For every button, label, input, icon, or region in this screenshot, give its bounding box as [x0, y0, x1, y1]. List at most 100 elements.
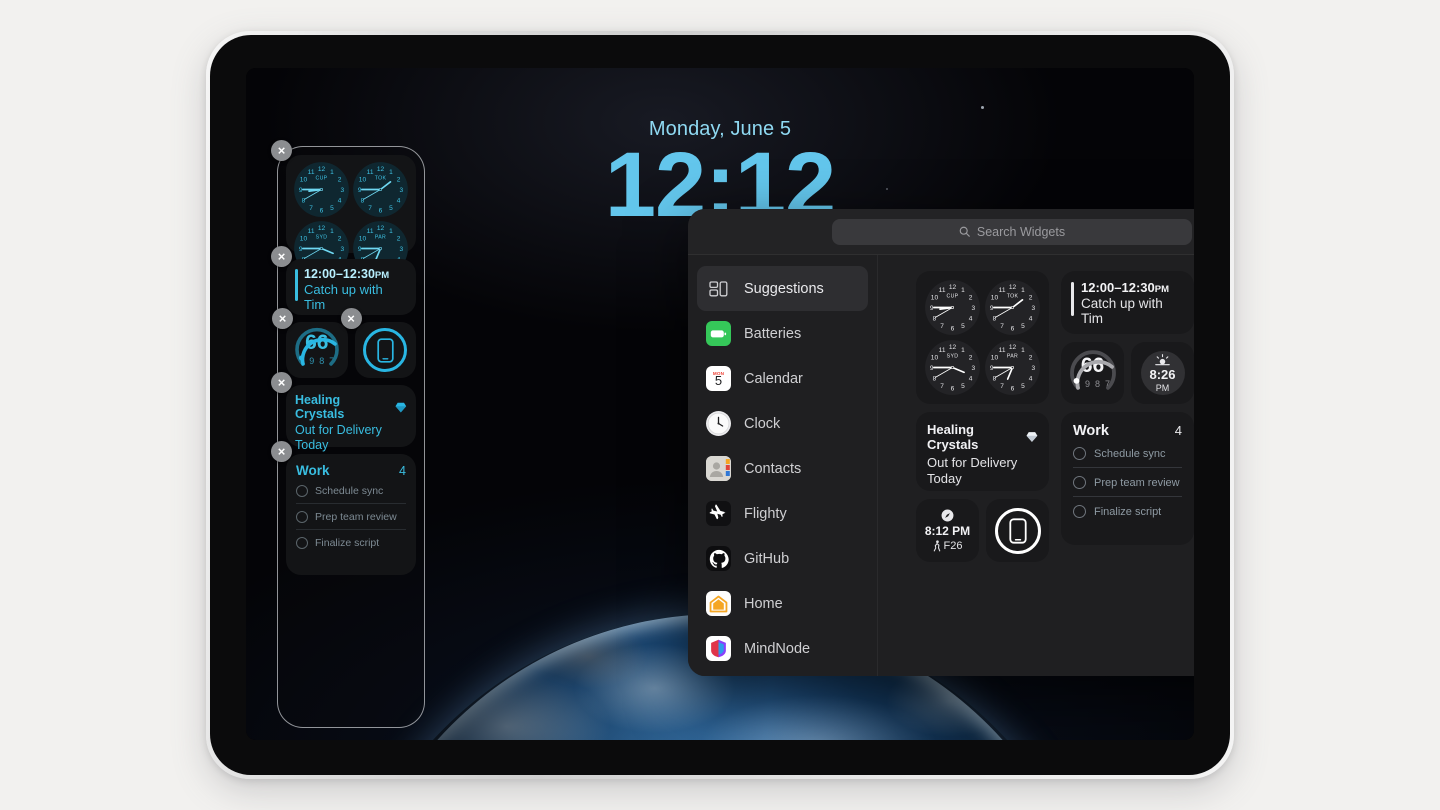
svg-text:7: 7 [940, 383, 944, 390]
sidebar-item-calendar[interactable]: MON 5 Calendar [697, 356, 868, 401]
reminder-item[interactable]: Prep team review [1073, 468, 1182, 497]
github-icon [706, 546, 731, 571]
ipad-screen: Monday, June 5 12:12 × 12 1 2 3 4 5 6 7 8 9 10 11 CU… [246, 68, 1194, 740]
remove-widget-reminders-button[interactable]: × [271, 441, 292, 462]
svg-text:4: 4 [969, 375, 973, 382]
find-device-ring [994, 507, 1041, 554]
find-device-ring [363, 328, 408, 372]
sidebar-item-clock[interactable]: Clock [697, 401, 868, 446]
svg-text:1: 1 [1021, 287, 1025, 294]
stack-widget-temperature[interactable]: × 66 5987 [272, 308, 348, 378]
preview-widget-delivery[interactable]: Healing Crystals Out for Delivery Today [916, 412, 1049, 491]
preview-widget-sunset[interactable]: 8:26 PM [1131, 342, 1194, 404]
eta-content: 8:12 PM F26 [916, 499, 979, 562]
reminders-header: Work 4 [1073, 423, 1182, 439]
sidebar-item-github[interactable]: GitHub [697, 536, 868, 581]
preview-widget-calendar-event[interactable]: 12:00–12:30PM Catch up with Tim [1061, 271, 1194, 334]
stack-widget-delivery[interactable]: × Healing Crystals Out for Delivery Toda… [271, 372, 416, 452]
svg-text:1: 1 [389, 169, 393, 176]
stack-small-widget-row: × 66 5987 × [272, 308, 416, 378]
svg-text:CUP: CUP [316, 176, 328, 182]
remove-widget-find-device-button[interactable]: × [340, 308, 362, 329]
svg-text:9: 9 [299, 187, 303, 194]
widget-grid-icon [706, 276, 731, 301]
preview-widget-find-device[interactable] [986, 499, 1049, 562]
sidebar-item-contacts[interactable]: Contacts [697, 446, 868, 491]
svg-text:8: 8 [933, 375, 937, 382]
sidebar-item-label: MindNode [744, 640, 811, 657]
svg-text:2: 2 [969, 294, 973, 301]
svg-text:6: 6 [1011, 326, 1015, 333]
reminder-text: Schedule sync [315, 485, 384, 497]
reminder-checkbox[interactable] [1073, 476, 1086, 489]
reminder-item[interactable]: Schedule sync [1073, 439, 1182, 468]
reminder-item[interactable]: Prep team review [296, 504, 406, 530]
stack-widget-world-clock[interactable]: × 12 1 2 3 4 5 6 7 8 9 10 11 CUP 12 1 2 3 4 5 6 7 8 9 10 11 TOK … [271, 140, 416, 276]
svg-text:3: 3 [340, 246, 344, 253]
preview-widget-reminders[interactable]: Work 4 Schedule sync Prep team review Fi… [1061, 412, 1194, 545]
svg-text:12: 12 [1009, 284, 1017, 291]
reminder-checkbox[interactable] [1073, 505, 1086, 518]
remove-widget-world-clock-button[interactable]: × [271, 140, 292, 161]
svg-text:9: 9 [930, 305, 934, 312]
preview-widget-eta[interactable]: 8:12 PM F26 [916, 499, 979, 562]
sidebar-item-batteries[interactable]: Batteries [697, 311, 868, 356]
delivery-title: Healing Crystals [295, 393, 345, 421]
reminder-item[interactable]: Finalize script [296, 530, 406, 555]
compass-icon [941, 509, 954, 522]
home-icon [706, 591, 731, 616]
svg-text:5: 5 [1021, 383, 1025, 390]
reminder-checkbox[interactable] [296, 485, 308, 497]
reminders-count: 4 [399, 464, 406, 478]
sidebar-item-flighty[interactable]: Flighty [697, 491, 868, 536]
preview-widget-world-clock[interactable]: 12 1 2 3 4 5 6 7 8 9 10 11 CUP 12 1 2 3 4 5 6 7 8 9 10 11 TOK 12… [916, 271, 1049, 404]
svg-text:10: 10 [991, 294, 999, 301]
svg-text:3: 3 [399, 187, 403, 194]
remove-widget-temperature-button[interactable]: × [272, 308, 293, 329]
svg-text:7: 7 [1000, 323, 1004, 330]
svg-text:3: 3 [1031, 305, 1035, 312]
widget-stack-edit-container[interactable]: × 12 1 2 3 4 5 6 7 8 9 10 11 CUP 12 1 2 3 4 5 6 7 8 9 10 11 TOK … [271, 140, 425, 728]
svg-text:9: 9 [930, 365, 934, 372]
svg-text:12: 12 [318, 225, 326, 232]
temperature-arc [294, 327, 339, 366]
clock-dial-tok: 12 1 2 3 4 5 6 7 8 9 10 11 TOK [984, 279, 1041, 336]
svg-text:11: 11 [939, 347, 946, 354]
mindnode-icon [706, 636, 731, 661]
reminder-text: Prep team review [1094, 476, 1180, 489]
sidebar-item-suggestions[interactable]: Suggestions [697, 266, 868, 311]
stack-widget-find-device[interactable]: × [340, 308, 416, 378]
remove-widget-delivery-button[interactable]: × [271, 372, 292, 393]
svg-text:12: 12 [377, 225, 385, 232]
sidebar-item-label: Suggestions [744, 280, 824, 297]
search-input[interactable]: Search Widgets [832, 218, 1192, 245]
stack-widget-calendar-event[interactable]: × 12:00–12:30PM Catch up with Tim [271, 246, 416, 315]
reminder-checkbox[interactable] [296, 537, 308, 549]
sidebar-item-label: Home [744, 595, 783, 612]
reminder-item[interactable]: Finalize script [1073, 497, 1182, 525]
search-icon [959, 226, 970, 237]
svg-text:4: 4 [338, 197, 342, 204]
reminder-checkbox[interactable] [1073, 447, 1086, 460]
contacts-icon [706, 456, 731, 481]
sidebar-item-mindnode[interactable]: MindNode [697, 626, 868, 671]
ipad-device-frame: Monday, June 5 12:12 × 12 1 2 3 4 5 6 7 8 9 10 11 CU… [206, 31, 1234, 779]
gem-icon [395, 402, 407, 412]
remove-widget-event-button[interactable]: × [271, 246, 292, 267]
preview-widget-temperature[interactable]: 66 5987 [1061, 342, 1124, 404]
svg-text:11: 11 [999, 287, 1006, 294]
reminder-checkbox[interactable] [296, 511, 308, 523]
widget-source-sidebar[interactable]: Suggestions Batteries MON 5 Calendar Clock Con… [688, 255, 878, 676]
battery-icon [706, 321, 731, 346]
clock-dial-cup: 12 1 2 3 4 5 6 7 8 9 10 11 CUP [924, 279, 981, 336]
clock-dial-par: 12 12 3 45678 9 1011PAR [984, 339, 1041, 396]
svg-text:9: 9 [990, 365, 994, 372]
reminder-item[interactable]: Schedule sync [296, 478, 406, 504]
svg-text:2: 2 [1029, 294, 1033, 301]
sidebar-item-home[interactable]: Home [697, 581, 868, 626]
sidebar-item-label: Flighty [744, 505, 787, 522]
svg-text:11: 11 [367, 169, 374, 176]
stack-widget-reminders[interactable]: × Work 4 Schedule sync Prep team review [271, 441, 416, 575]
svg-text:7: 7 [309, 205, 313, 212]
clock-dial-tok: 12 1 2 3 4 5 6 7 8 9 10 11 TOK [352, 161, 409, 218]
